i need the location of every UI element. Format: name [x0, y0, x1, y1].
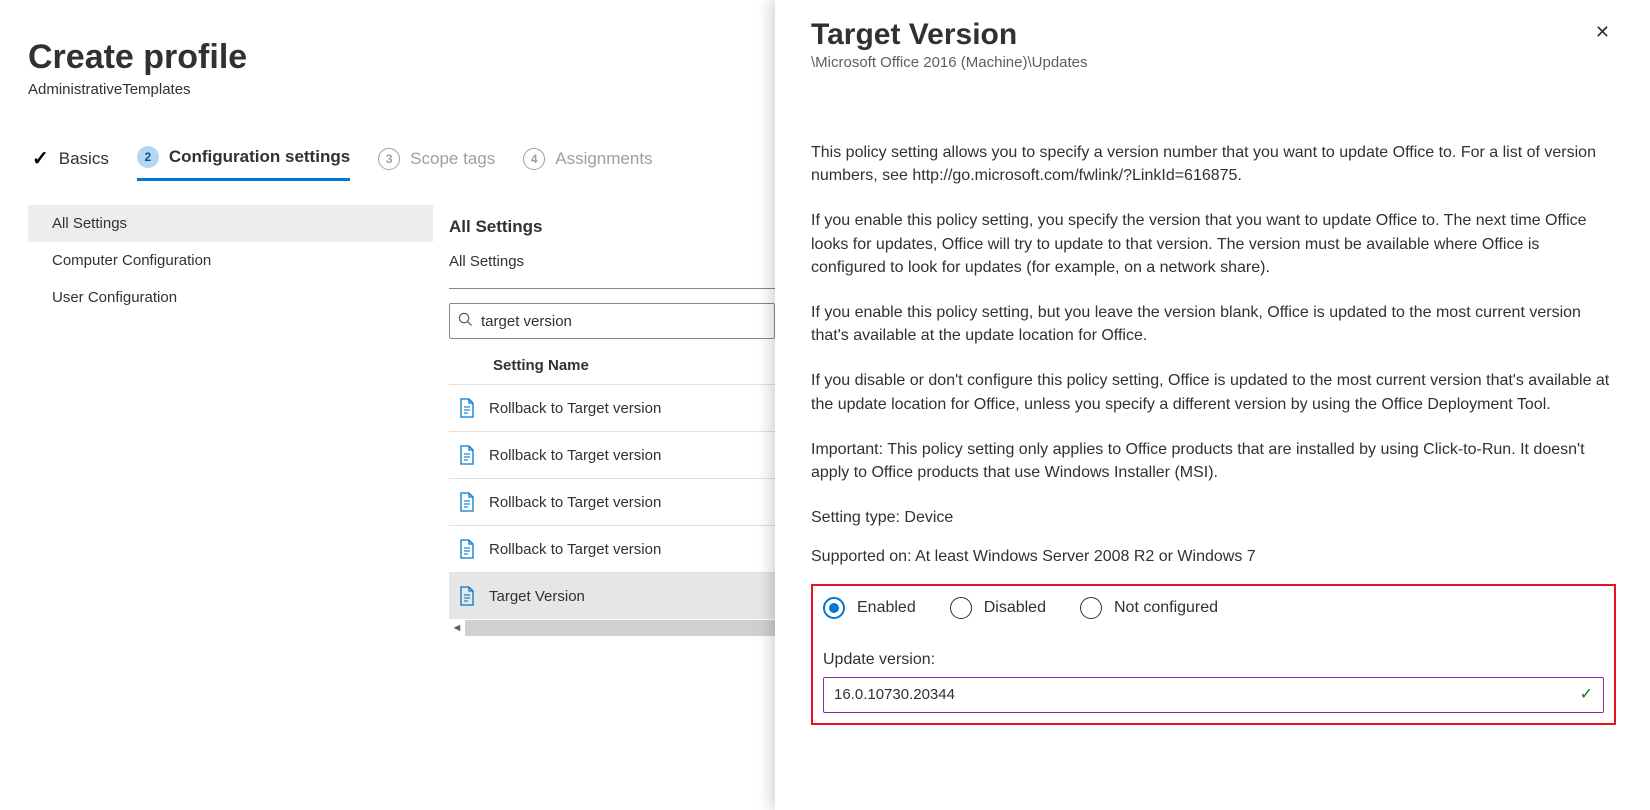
update-version-field[interactable]: ✓ [823, 677, 1604, 713]
setting-name: Target Version [489, 588, 585, 605]
scroll-left-icon[interactable]: ◄ [449, 622, 465, 634]
page-title: Create profile [28, 38, 775, 77]
description-paragraph: Important: This policy setting only appl… [811, 438, 1616, 484]
radio-icon [823, 597, 845, 619]
setting-row[interactable]: Rollback to Target version [449, 384, 775, 431]
description-paragraph: If you disable or don't configure this p… [811, 369, 1616, 415]
tab-basics[interactable]: ✓ Basics [32, 146, 109, 181]
description-paragraph: This policy setting allows you to specif… [811, 141, 1616, 187]
document-icon [459, 492, 475, 512]
radio-label: Disabled [984, 596, 1046, 619]
tab-label: Basics [59, 149, 109, 169]
panel-body: This policy setting allows you to specif… [811, 141, 1616, 725]
update-version-input[interactable] [834, 686, 1572, 703]
settings-search[interactable] [449, 303, 775, 339]
setting-row[interactable]: Rollback to Target version [449, 431, 775, 478]
step-number-badge: 3 [378, 148, 400, 170]
document-icon [459, 586, 475, 606]
radio-not-configured[interactable]: Not configured [1080, 596, 1218, 619]
radio-label: Not configured [1114, 596, 1218, 619]
setting-name: Rollback to Target version [489, 494, 661, 511]
step-number-badge: 2 [137, 146, 159, 168]
document-icon [459, 398, 475, 418]
sidebar-item-computer-configuration[interactable]: Computer Configuration [28, 242, 433, 279]
sidebar-item-user-configuration[interactable]: User Configuration [28, 279, 433, 316]
divider [449, 288, 775, 289]
search-input[interactable] [481, 313, 766, 330]
panel-breadcrumb-path: \Microsoft Office 2016 (Machine)\Updates [811, 54, 1088, 71]
column-header-setting-name[interactable]: Setting Name [449, 349, 775, 384]
tab-configuration-settings[interactable]: 2 Configuration settings [137, 146, 350, 181]
close-icon: ✕ [1595, 22, 1610, 42]
description-paragraph: If you enable this policy setting, you s… [811, 209, 1616, 279]
tab-label: Configuration settings [169, 147, 350, 167]
state-radio-group: Enabled Disabled Not configured [823, 596, 1604, 619]
main-area: Create profile AdministrativeTemplates ✓… [0, 0, 775, 810]
sidebar-item-label: User Configuration [52, 289, 177, 306]
close-button[interactable]: ✕ [1589, 18, 1616, 47]
horizontal-scrollbar[interactable]: ◄ [449, 619, 775, 637]
highlighted-config-area: Enabled Disabled Not configured Update v… [811, 584, 1616, 724]
panel-title: Target Version [811, 18, 1088, 52]
radio-enabled[interactable]: Enabled [823, 596, 916, 619]
radio-icon [950, 597, 972, 619]
setting-type-text: Setting type: Device [811, 506, 1616, 529]
tab-label: Assignments [555, 149, 652, 169]
document-icon [459, 445, 475, 465]
settings-list-column: All Settings All Settings Setting Name R… [433, 205, 775, 637]
supported-on-text: Supported on: At least Windows Server 20… [811, 545, 1616, 568]
setting-row[interactable]: Rollback to Target version [449, 525, 775, 572]
description-paragraph: If you enable this policy setting, but y… [811, 301, 1616, 347]
checkmark-icon: ✓ [1580, 683, 1593, 706]
step-number-badge: 4 [523, 148, 545, 170]
tab-scope-tags[interactable]: 3 Scope tags [378, 148, 495, 180]
setting-row[interactable]: Rollback to Target version [449, 478, 775, 525]
settings-heading: All Settings [449, 217, 775, 237]
sidebar-item-label: Computer Configuration [52, 252, 211, 269]
radio-label: Enabled [857, 596, 916, 619]
document-icon [459, 539, 475, 559]
setting-name: Rollback to Target version [489, 541, 661, 558]
update-version-label: Update version: [823, 648, 1604, 671]
radio-icon [1080, 597, 1102, 619]
settings-sidebar: All Settings Computer Configuration User… [28, 205, 433, 637]
setting-row[interactable]: Target Version [449, 572, 775, 619]
setting-name: Rollback to Target version [489, 400, 661, 417]
tab-label: Scope tags [410, 149, 495, 169]
checkmark-icon: ✓ [32, 146, 49, 171]
wizard-tabs: ✓ Basics 2 Configuration settings 3 Scop… [28, 146, 775, 181]
tab-assignments[interactable]: 4 Assignments [523, 148, 652, 180]
setting-detail-panel: Target Version \Microsoft Office 2016 (M… [775, 0, 1650, 810]
setting-name: Rollback to Target version [489, 447, 661, 464]
scrollbar-track[interactable] [465, 620, 775, 636]
radio-disabled[interactable]: Disabled [950, 596, 1046, 619]
search-icon [458, 312, 473, 331]
settings-subheading: All Settings [449, 253, 775, 270]
sidebar-item-all-settings[interactable]: All Settings [28, 205, 433, 242]
sidebar-item-label: All Settings [52, 215, 127, 232]
page-subtitle: AdministrativeTemplates [28, 81, 775, 98]
